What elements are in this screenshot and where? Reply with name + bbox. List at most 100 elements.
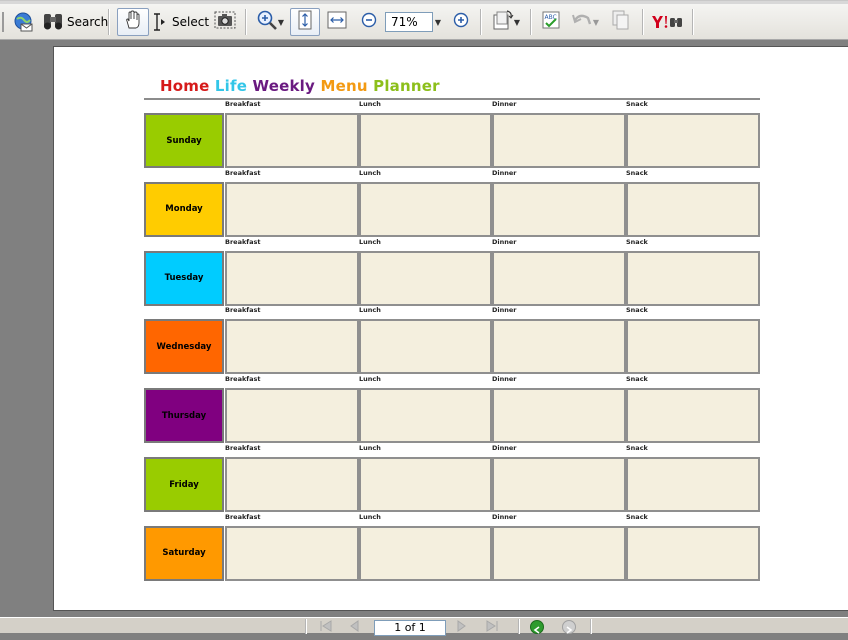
meal-cell-dinner xyxy=(492,388,626,444)
meal-cell-breakfast xyxy=(225,319,359,375)
status-bar: 1 of 1 xyxy=(0,617,848,636)
spell-check-icon: ABC xyxy=(541,10,561,34)
plus-circle-icon xyxy=(453,12,469,32)
chevron-down-icon: ▼ xyxy=(513,17,521,27)
text-cursor-icon xyxy=(152,12,166,32)
email-globe-icon[interactable] xyxy=(10,9,36,35)
meal-column-label: Snack xyxy=(626,100,648,108)
meal-column-label: Dinner xyxy=(492,375,517,384)
zoom-tool-button[interactable]: ▼ xyxy=(253,9,287,35)
meal-cell-snack xyxy=(626,250,760,306)
binoculars-icon xyxy=(42,12,64,32)
meal-cell-breakfast xyxy=(225,250,359,306)
day-row-sunday: Breakfast Lunch Dinner Snack Sunday xyxy=(144,100,760,168)
meal-column-label: Snack xyxy=(626,168,648,177)
magnifier-plus-icon xyxy=(256,9,278,35)
meal-cell-snack xyxy=(626,525,760,581)
toolbar: Search Select ▼ 71% ▼ ▼ ABC ▼ xyxy=(0,0,848,40)
day-label: Wednesday xyxy=(144,319,224,375)
day-label: Sunday xyxy=(144,113,224,168)
zoom-out-button[interactable] xyxy=(358,9,380,35)
document-title: Home Life Weekly Menu Planner xyxy=(160,77,440,95)
meal-cell-dinner xyxy=(492,319,626,375)
fit-page-button[interactable] xyxy=(290,8,320,36)
search-label: Search xyxy=(67,15,109,29)
meal-cell-breakfast xyxy=(225,113,359,168)
copy-button[interactable] xyxy=(608,9,634,35)
meal-column-label: Lunch xyxy=(359,375,381,384)
meal-column-label: Dinner xyxy=(492,168,517,177)
day-row-friday: Breakfast Lunch Dinner Snack Friday xyxy=(144,444,760,512)
meal-cell-snack xyxy=(626,319,760,375)
yahoo-logo-icon xyxy=(650,14,686,30)
toolbar-top-strip xyxy=(0,1,848,4)
day-label: Tuesday xyxy=(144,250,224,306)
select-label: Select xyxy=(172,15,210,29)
undo-icon xyxy=(571,11,593,33)
meal-column-label: Snack xyxy=(626,237,648,246)
snapshot-button[interactable] xyxy=(212,9,238,35)
meal-column-label: Breakfast xyxy=(225,168,261,177)
title-word: Menu xyxy=(320,77,368,95)
fit-width-icon xyxy=(327,11,347,33)
meal-column-label: Dinner xyxy=(492,237,517,246)
page-number-field[interactable]: 1 of 1 xyxy=(374,620,446,636)
yahoo-search-button[interactable] xyxy=(648,9,688,35)
meal-column-label: Dinner xyxy=(492,444,517,452)
title-word: Planner xyxy=(373,77,440,95)
rotate-view-button[interactable]: ▼ xyxy=(488,9,524,35)
search-button[interactable]: Search xyxy=(42,9,108,35)
meal-column-label: Breakfast xyxy=(225,375,261,384)
meal-cell-lunch xyxy=(359,457,492,512)
meal-column-label: Snack xyxy=(626,444,648,452)
undo-button[interactable]: ▼ xyxy=(568,9,602,35)
meal-cell-lunch xyxy=(359,525,492,581)
go-forward-view-icon[interactable] xyxy=(562,620,576,634)
zoom-in-button[interactable] xyxy=(450,9,472,35)
statusbar-separator xyxy=(518,619,520,634)
fit-width-button[interactable] xyxy=(324,9,350,35)
fit-height-icon xyxy=(298,10,312,34)
meal-column-label: Breakfast xyxy=(225,237,261,246)
meal-cell-dinner xyxy=(492,250,626,306)
day-row-wednesday: Breakfast Lunch Dinner Snack Wednesday xyxy=(144,306,760,375)
go-back-view-icon[interactable] xyxy=(530,620,544,634)
rotate-page-icon xyxy=(492,9,514,35)
meal-cell-dinner xyxy=(492,457,626,512)
hand-icon xyxy=(123,10,143,34)
meal-column-label: Dinner xyxy=(492,100,517,108)
meal-cell-lunch xyxy=(359,319,492,375)
toolbar-separator xyxy=(480,9,482,35)
meal-column-label: Breakfast xyxy=(225,100,261,108)
day-row-monday: Breakfast Lunch Dinner Snack Monday xyxy=(144,169,760,237)
zoom-dropdown-button[interactable]: ▼ xyxy=(433,9,443,35)
meal-cell-dinner xyxy=(492,181,626,237)
document-page: Home Life Weekly Menu Planner Breakfast L… xyxy=(53,46,848,611)
statusbar-separator xyxy=(590,619,592,634)
day-label: Thursday xyxy=(144,388,224,444)
meal-column-label: Dinner xyxy=(492,512,517,521)
hand-tool-button[interactable] xyxy=(117,8,149,36)
meal-cell-dinner xyxy=(492,113,626,168)
toolbar-grip xyxy=(0,9,6,35)
day-label: Friday xyxy=(144,457,224,512)
toolbar-separator xyxy=(245,9,247,35)
chevron-down-icon: ▼ xyxy=(434,17,442,27)
meal-column-label: Lunch xyxy=(359,100,381,108)
chevron-down-icon[interactable]: ▼ xyxy=(278,18,284,27)
spell-check-button[interactable]: ABC xyxy=(538,9,564,35)
chevron-down-icon: ▼ xyxy=(592,17,600,27)
meal-column-label: Breakfast xyxy=(225,512,261,521)
meal-column-label: Lunch xyxy=(359,512,381,521)
toolbar-separator xyxy=(530,9,532,35)
day-label: Saturday xyxy=(144,525,224,581)
meal-cell-lunch xyxy=(359,181,492,237)
meal-cell-breakfast xyxy=(225,388,359,444)
meal-cell-snack xyxy=(626,457,760,512)
copy-pages-icon xyxy=(612,10,630,34)
day-label: Monday xyxy=(144,181,224,237)
meal-cell-dinner xyxy=(492,525,626,581)
meal-cell-lunch xyxy=(359,388,492,444)
select-tool-button[interactable]: Select xyxy=(152,9,210,35)
zoom-level-input[interactable]: 71% xyxy=(385,12,433,32)
